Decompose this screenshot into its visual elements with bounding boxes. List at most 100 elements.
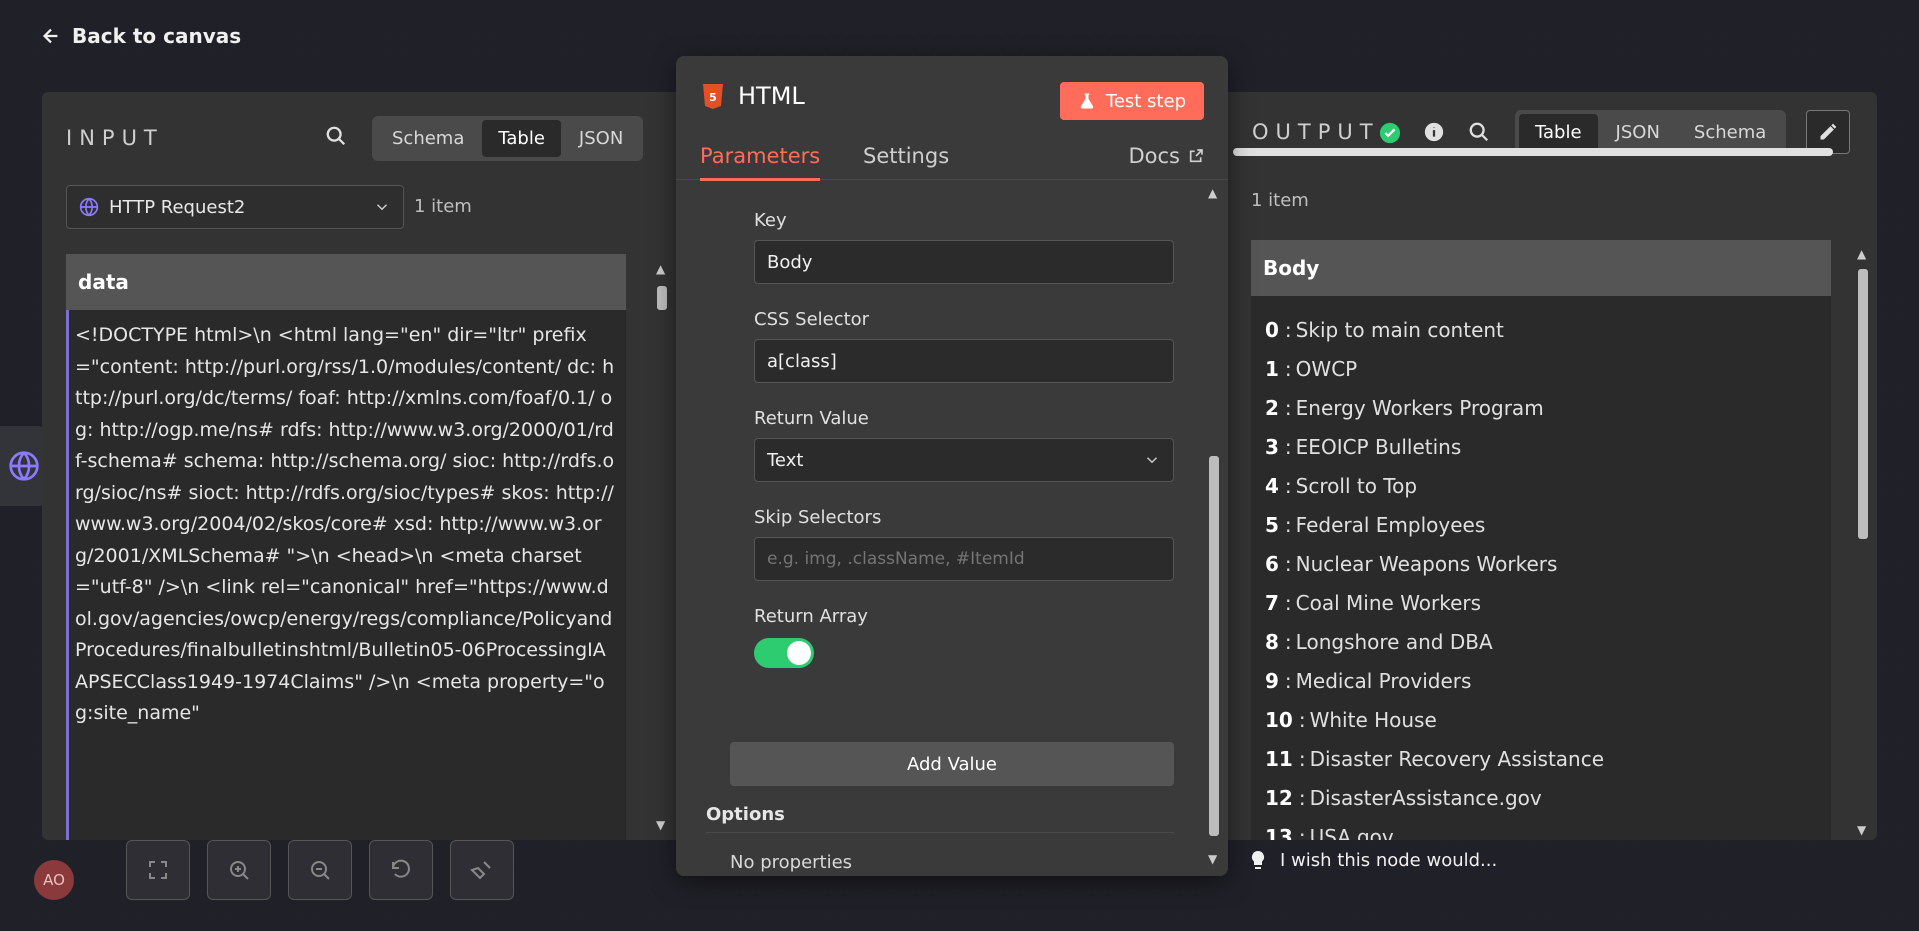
- input-node-select-value: HTTP Request2: [109, 196, 246, 218]
- input-data-table: data <!DOCTYPE html>\n <html lang="en" d…: [66, 254, 626, 840]
- input-data-cell[interactable]: <!DOCTYPE html>\n <html lang="en" dir="l…: [66, 310, 626, 840]
- input-view-schema[interactable]: Schema: [376, 120, 480, 157]
- undo-button[interactable]: [369, 840, 433, 900]
- output-search-button[interactable]: [1465, 118, 1493, 146]
- test-step-button[interactable]: Test step: [1059, 82, 1204, 120]
- output-row[interactable]: 7: Coal Mine Workers: [1251, 583, 1831, 622]
- output-row-separator: :: [1298, 707, 1306, 732]
- input-view-json[interactable]: JSON: [563, 120, 639, 157]
- output-scrollbar[interactable]: ▲ ▼: [1855, 247, 1871, 837]
- tab-parameters[interactable]: Parameters: [700, 144, 821, 181]
- output-horizontal-scrollbar[interactable]: [1233, 148, 1833, 156]
- output-view-schema[interactable]: Schema: [1678, 114, 1782, 151]
- output-row[interactable]: 4: Scroll to Top: [1251, 466, 1831, 505]
- input-view-table[interactable]: Table: [482, 120, 561, 157]
- output-item-count: 1 item: [1251, 190, 1309, 211]
- output-row-value: Federal Employees: [1295, 512, 1486, 537]
- info-icon: [1424, 122, 1444, 142]
- back-to-canvas-link[interactable]: Back to canvas: [40, 24, 241, 48]
- output-row-index: 1: [1265, 356, 1279, 381]
- output-row[interactable]: 2: Energy Workers Program: [1251, 388, 1831, 427]
- output-column-header: Body: [1251, 240, 1831, 296]
- clean-button[interactable]: [450, 840, 514, 900]
- output-row[interactable]: 11: Disaster Recovery Assistance: [1251, 739, 1831, 778]
- zoom-in-button[interactable]: [207, 840, 271, 900]
- zoom-out-button[interactable]: [288, 840, 352, 900]
- output-row-value: Energy Workers Program: [1295, 395, 1544, 420]
- output-row-index: 3: [1265, 434, 1279, 459]
- globe-icon: [9, 451, 39, 481]
- return-array-toggle[interactable]: [754, 638, 814, 668]
- output-row[interactable]: 3: EEOICP Bulletins: [1251, 427, 1831, 466]
- tab-settings[interactable]: Settings: [863, 144, 949, 178]
- output-row[interactable]: 8: Longshore and DBA: [1251, 622, 1831, 661]
- options-divider: [706, 832, 1174, 833]
- scroll-up-icon: ▲: [1857, 247, 1867, 261]
- html5-icon: 5: [703, 84, 723, 109]
- output-row[interactable]: 5: Federal Employees: [1251, 505, 1831, 544]
- skip-selectors-input[interactable]: [754, 537, 1174, 581]
- output-rows: 0: Skip to main content 1: OWCP 2: Energy …: [1251, 296, 1831, 840]
- fit-view-button[interactable]: [126, 840, 190, 900]
- output-row-value: Medical Providers: [1295, 668, 1472, 693]
- node-scrollbar[interactable]: ▲ ▼: [1206, 186, 1222, 866]
- fullscreen-icon: [149, 861, 167, 879]
- output-row-value: Disaster Recovery Assistance: [1309, 746, 1605, 771]
- scroll-up-icon: ▲: [656, 262, 666, 276]
- external-link-icon: [1189, 149, 1203, 163]
- output-row[interactable]: 12: DisasterAssistance.gov: [1251, 778, 1831, 817]
- output-row-index: 5: [1265, 512, 1279, 537]
- search-icon: [326, 126, 346, 146]
- scroll-up-icon: ▲: [1208, 186, 1218, 200]
- output-view-json[interactable]: JSON: [1600, 114, 1676, 151]
- output-row-value: White House: [1309, 707, 1437, 732]
- output-row[interactable]: 1: OWCP: [1251, 349, 1831, 388]
- no-properties-text: No properties: [730, 852, 853, 873]
- add-value-button[interactable]: Add Value: [730, 742, 1174, 786]
- output-row[interactable]: 10: White House: [1251, 700, 1831, 739]
- output-row-separator: :: [1284, 512, 1292, 537]
- output-row-index: 7: [1265, 590, 1279, 615]
- return-value-select[interactable]: Text: [754, 438, 1174, 482]
- options-label: Options: [706, 804, 785, 825]
- output-data-table: Body 0: Skip to main content 1: OWCP 2: En…: [1251, 240, 1831, 840]
- output-row-separator: :: [1284, 551, 1292, 576]
- node-title: HTML: [738, 82, 805, 110]
- docs-link[interactable]: Docs: [1128, 144, 1204, 168]
- input-column-header: data: [66, 254, 626, 310]
- input-scrollbar[interactable]: ▲ ▼: [654, 262, 670, 832]
- output-row[interactable]: 9: Medical Providers: [1251, 661, 1831, 700]
- output-row-index: 0: [1265, 317, 1279, 342]
- output-row-value: Nuclear Weapons Workers: [1295, 551, 1558, 576]
- output-row[interactable]: 13: USA.gov: [1251, 817, 1831, 841]
- search-icon: [1469, 122, 1489, 142]
- input-scroll-thumb[interactable]: [657, 286, 667, 310]
- output-scroll-thumb[interactable]: [1858, 269, 1868, 539]
- flask-icon: [1080, 93, 1094, 109]
- output-row-separator: :: [1284, 317, 1292, 342]
- css-selector-input[interactable]: a[class]: [754, 339, 1174, 383]
- feedback-label: I wish this node would...: [1280, 850, 1498, 871]
- node-scroll-thumb[interactable]: [1209, 456, 1219, 836]
- output-row[interactable]: 0: Skip to main content: [1251, 310, 1831, 349]
- output-row-separator: :: [1284, 668, 1292, 693]
- output-row[interactable]: 6: Nuclear Weapons Workers: [1251, 544, 1831, 583]
- avatar[interactable]: AO: [34, 860, 74, 900]
- svg-text:5: 5: [709, 91, 717, 104]
- arrow-left-icon: [42, 28, 58, 44]
- input-node-select[interactable]: HTTP Request2: [66, 185, 404, 229]
- key-input[interactable]: Body: [754, 240, 1174, 284]
- output-row-separator: :: [1284, 629, 1292, 654]
- output-info-button[interactable]: [1420, 118, 1448, 146]
- node-header: 5 HTML: [702, 82, 805, 110]
- return-array-label: Return Array: [754, 606, 868, 627]
- scroll-down-icon: ▼: [1857, 823, 1867, 837]
- output-view-table[interactable]: Table: [1519, 114, 1598, 151]
- undo-icon: [392, 859, 410, 878]
- input-search-button[interactable]: [322, 122, 350, 150]
- node-feedback-link[interactable]: I wish this node would...: [1250, 850, 1497, 871]
- output-panel: OUTPUT Table JSON Schema 1 item Body 0: …: [1225, 92, 1877, 840]
- output-row-value: OWCP: [1295, 356, 1358, 381]
- scroll-down-icon: ▼: [656, 818, 666, 832]
- toggle-knob: [787, 641, 811, 665]
